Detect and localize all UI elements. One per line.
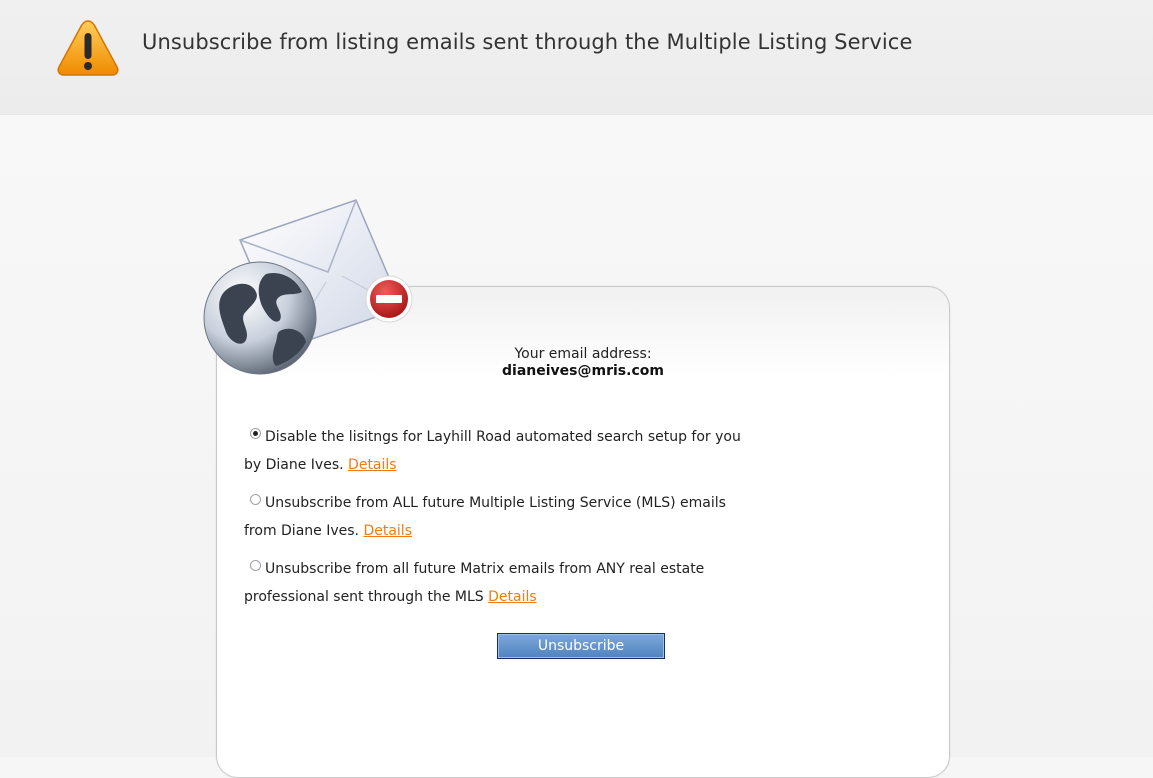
option-unsubscribe-all-line2: professional sent through the MLS xyxy=(244,589,484,605)
option-unsubscribe-all-line1: Unsubscribe from all future Matrix email… xyxy=(265,561,705,577)
option-unsubscribe-agent-line1: Unsubscribe from ALL future Multiple Lis… xyxy=(265,495,726,511)
option-disable-search-line2: by Diane Ives. xyxy=(244,457,344,473)
option-unsubscribe-all: Unsubscribe from all future Matrix email… xyxy=(244,555,894,611)
unsubscribe-button[interactable]: Unsubscribe xyxy=(497,633,665,659)
radio-unsubscribe-agent[interactable] xyxy=(250,494,261,505)
option-disable-search: Disable the lisitngs for Layhill Road au… xyxy=(244,423,894,479)
page-title: Unsubscribe from listing emails sent thr… xyxy=(142,30,913,54)
details-link-disable-search[interactable]: Details xyxy=(348,457,397,473)
option-disable-search-line1: Disable the lisitngs for Layhill Road au… xyxy=(265,429,741,445)
details-link-unsubscribe-all[interactable]: Details xyxy=(488,589,537,605)
warning-icon xyxy=(57,20,119,76)
globe-icon xyxy=(203,261,317,375)
details-link-unsubscribe-agent[interactable]: Details xyxy=(363,523,412,539)
radio-unsubscribe-all[interactable] xyxy=(250,560,261,571)
option-unsubscribe-agent-line2: from Diane Ives. xyxy=(244,523,359,539)
email-globe-block-icon xyxy=(203,199,413,375)
page-header: Unsubscribe from listing emails sent thr… xyxy=(0,0,1153,115)
option-unsubscribe-agent: Unsubscribe from ALL future Multiple Lis… xyxy=(244,489,894,545)
block-icon xyxy=(365,275,413,323)
radio-disable-search[interactable] xyxy=(250,428,261,439)
